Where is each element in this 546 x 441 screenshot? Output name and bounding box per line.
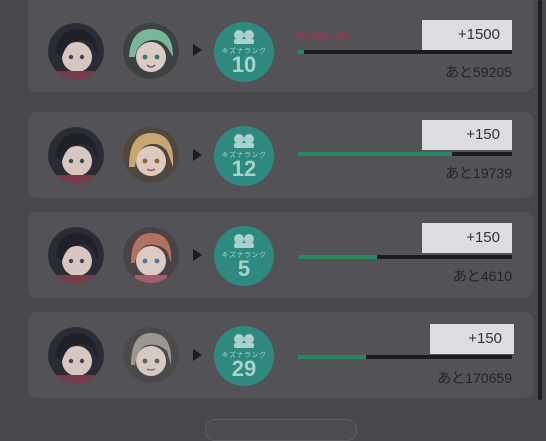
play-triangle-icon	[193, 44, 202, 56]
scrollbar[interactable]	[538, 0, 542, 400]
bond-rank-badge: キズナランク 10	[214, 22, 274, 82]
remaining-points: あと4610	[452, 268, 512, 284]
progress-fill	[298, 152, 453, 156]
bottom-button[interactable]	[205, 419, 357, 441]
bond-rank-number: 5	[237, 256, 251, 281]
progress-bar	[298, 255, 512, 259]
progress-fill	[298, 50, 305, 54]
progress-fill	[298, 255, 378, 259]
bond-rank-icon	[234, 234, 254, 248]
partner-character-avatar	[123, 327, 179, 383]
partner-character-avatar	[123, 227, 179, 283]
bond-rank-card: キズナランク 5 +150 あと4610	[28, 212, 533, 298]
bond-rank-icon	[234, 334, 254, 348]
gain-value: +150	[430, 324, 514, 354]
bond-rank-number: 10	[231, 52, 257, 77]
bond-rank-card: キズナランク 29 +150 あと170659	[28, 312, 533, 398]
bond-rank-number: 12	[231, 156, 257, 181]
bond-rank-badge: キズナランク 12	[214, 126, 274, 186]
main-character-avatar	[48, 127, 104, 183]
remaining-points: あと59205	[445, 64, 512, 80]
play-triangle-icon	[193, 149, 202, 161]
bond-rank-badge: キズナランク 29	[214, 326, 274, 386]
main-character-avatar	[48, 227, 104, 283]
gain-value: +150	[422, 120, 512, 150]
progress-bar	[298, 152, 512, 156]
progress-fill	[298, 355, 367, 359]
partner-character-avatar	[123, 127, 179, 183]
bond-rank-badge: キズナランク 5	[214, 226, 274, 286]
bond-rank-card: キズナランク 12 +150 あと19739	[28, 112, 533, 198]
bond-rank-number: 29	[231, 356, 257, 381]
remaining-points: あと170659	[437, 370, 512, 386]
gain-value: +1500	[422, 20, 512, 50]
bond-rank-card: キズナランク 10 RANK UP! +1500 あと59205	[28, 0, 533, 92]
rank-up-label: RANK UP!	[296, 31, 352, 43]
progress-bar	[298, 50, 512, 54]
play-triangle-icon	[193, 349, 202, 361]
play-triangle-icon	[193, 249, 202, 261]
partner-character-avatar	[123, 23, 179, 79]
remaining-points: あと19739	[445, 165, 512, 181]
progress-bar	[298, 355, 512, 359]
bond-rank-icon	[234, 134, 254, 148]
main-character-avatar	[48, 23, 104, 79]
gain-value: +150	[422, 223, 512, 253]
main-character-avatar	[48, 327, 104, 383]
bond-rank-icon	[234, 30, 254, 44]
